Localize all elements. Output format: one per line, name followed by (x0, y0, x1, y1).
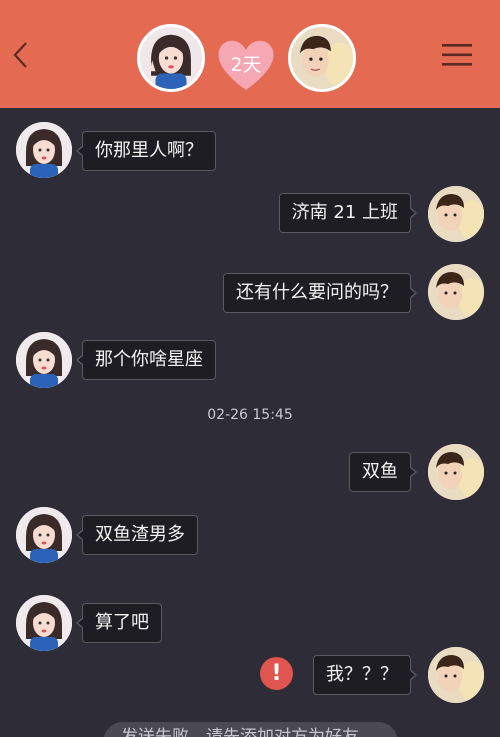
avatar-her[interactable] (16, 332, 72, 388)
message-bubble[interactable]: 我？？？ (313, 655, 417, 695)
message-bubble[interactable]: 你那里人啊？ (76, 131, 216, 171)
message-bubble[interactable]: 济南 21 上班 (278, 193, 418, 233)
chat-header: 2天 (0, 0, 500, 108)
timestamp: 02-26 15:45 (207, 407, 293, 423)
avatar-him[interactable] (428, 186, 484, 242)
message-bubble[interactable]: 那个你啥星座 (76, 340, 216, 380)
hamburger-menu-icon[interactable] (440, 40, 474, 70)
chevron-left-icon[interactable] (10, 40, 32, 70)
avatar-her[interactable] (16, 595, 72, 651)
message-bubble[interactable]: 双鱼 (349, 452, 417, 492)
exclamation-icon[interactable]: ! (260, 657, 293, 690)
avatar-him[interactable] (428, 264, 484, 320)
message-bubble[interactable]: 双鱼渣男多 (76, 515, 198, 555)
message-bubble[interactable]: 算了吧 (76, 603, 162, 643)
message-bubble[interactable]: 还有什么要问的吗？ (223, 273, 417, 313)
avatar-him[interactable] (428, 444, 484, 500)
system-notice: 发送失败，请先添加对方为好友 (103, 722, 398, 737)
avatar-her[interactable] (16, 507, 72, 563)
avatar-her[interactable] (16, 122, 72, 178)
header-avatar-her[interactable] (137, 24, 205, 92)
avatar-him[interactable] (428, 647, 484, 703)
header-avatar-him[interactable] (288, 24, 356, 92)
days-together-label: 2天 (230, 54, 262, 76)
